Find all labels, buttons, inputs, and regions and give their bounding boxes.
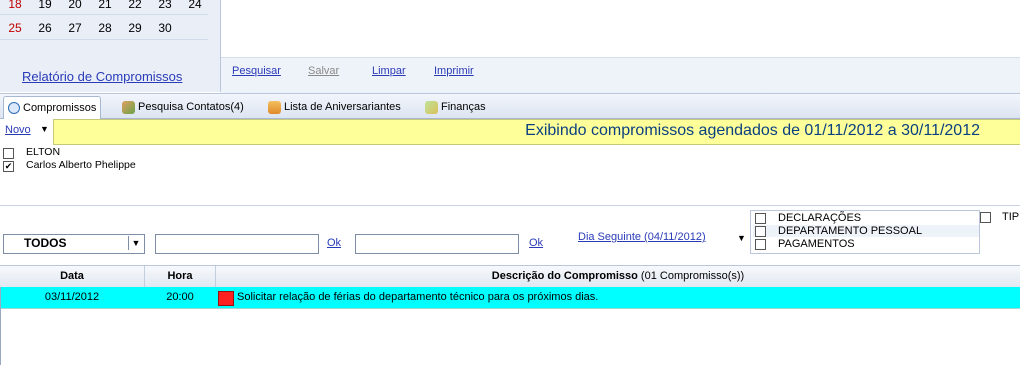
list-item[interactable]: PAGAMENTOS (753, 238, 979, 250)
info-text: Exibindo compromissos agendados de 01/11… (525, 122, 980, 139)
category-list: DECLARAÇÕES DEPARTAMENTO PESSOAL PAGAMEN… (750, 210, 980, 254)
list-item[interactable]: DEPARTAMENTO PESSOAL (753, 225, 979, 237)
chevron-down-icon[interactable]: ▼ (40, 124, 49, 134)
contacts-icon (122, 100, 135, 114)
appointment-count: (01 Compromisso(s)) (640, 270, 745, 282)
new-link[interactable]: Novo (5, 124, 31, 136)
calendar-day[interactable]: 25 (0, 18, 30, 38)
chevron-down-icon[interactable]: ▼ (128, 236, 143, 250)
tab-aniversariantes[interactable]: Lista de Aniversariantes (264, 96, 405, 118)
ok-button[interactable]: Ok (327, 237, 341, 249)
table-border (0, 287, 1, 365)
type-filter-label: TIP (1002, 211, 1020, 223)
person-name: ELTON (26, 146, 61, 158)
column-header-time[interactable]: Hora (145, 266, 216, 287)
checkbox-checked[interactable]: ✔ (3, 161, 14, 172)
list-item[interactable]: DECLARAÇÕES (753, 212, 979, 224)
list-item[interactable]: ELTON (0, 146, 477, 159)
money-icon (425, 100, 438, 114)
filter-select-value: TODOS (24, 236, 67, 250)
save-link[interactable]: Salvar (308, 65, 339, 77)
list-item[interactable]: ✔ Carlos Alberto Phelippe (0, 159, 477, 172)
search-input[interactable] (355, 234, 519, 254)
calendar-week-row: 25 26 27 28 29 30 (0, 18, 218, 38)
table-row[interactable]: 03/11/2012 20:00 Solicitar relação de fé… (0, 287, 1020, 309)
calendar-day[interactable]: 20 (60, 0, 90, 14)
search-link[interactable]: Pesquisar (232, 65, 281, 77)
person-name: Carlos Alberto Phelippe (26, 159, 136, 171)
column-header-description[interactable]: Descrição do Compromisso (01 Compromisso… (216, 266, 1020, 287)
checkbox[interactable] (980, 212, 991, 223)
tab-label: Compromissos (23, 102, 97, 114)
calendar-day[interactable]: 22 (120, 0, 150, 14)
checkbox[interactable] (755, 239, 766, 250)
filter-select[interactable]: TODOS ▼ (3, 234, 145, 254)
clock-icon (8, 102, 20, 114)
calendar-day[interactable]: 28 (90, 18, 120, 38)
next-day-link[interactable]: Dia Seguinte (04/11/2012) (578, 231, 706, 243)
cell-time: 20:00 (166, 291, 194, 303)
tab-bar: Compromissos Pesquisa Contatos(4) Lista … (0, 93, 1020, 119)
chevron-down-icon[interactable]: ▼ (737, 233, 746, 243)
tab-label: Pesquisa Contatos(4) (138, 101, 244, 113)
print-link[interactable]: Imprimir (434, 65, 474, 77)
calendar-day[interactable]: 19 (30, 0, 60, 14)
tab-pesquisa-contatos[interactable]: Pesquisa Contatos(4) (118, 96, 248, 118)
calendar-day[interactable]: 18 (0, 0, 30, 14)
cell-description: Solicitar relação de férias do departame… (237, 291, 599, 303)
section-divider (0, 205, 1020, 206)
report-link[interactable]: Relatório de Compromissos (22, 69, 182, 84)
calendar-divider (0, 14, 208, 15)
info-bar: Exibindo compromissos agendados de 01/11… (53, 119, 1020, 145)
description-header-label: Descrição do Compromisso (491, 270, 638, 282)
calendar-day[interactable]: 26 (30, 18, 60, 38)
search-input[interactable] (155, 234, 319, 254)
checkbox[interactable] (755, 226, 766, 237)
category-label: DEPARTAMENTO PESSOAL (778, 225, 923, 237)
cell-date: 03/11/2012 (44, 291, 100, 303)
column-header-date[interactable]: Data (0, 266, 145, 287)
checkbox[interactable] (755, 213, 766, 224)
calendar-day[interactable]: 30 (150, 18, 180, 38)
clear-link[interactable]: Limpar (372, 65, 406, 77)
calendar-day[interactable]: 27 (60, 18, 90, 38)
calendar-divider (0, 39, 208, 40)
calendar-week-row: 18 19 20 21 22 23 24 (0, 0, 218, 14)
tab-label: Lista de Aniversariantes (284, 101, 401, 113)
calendar-day[interactable]: 23 (150, 0, 180, 14)
form-action-bar (221, 57, 1020, 93)
ok-button[interactable]: Ok (529, 237, 543, 249)
type-filter[interactable]: TIP (978, 210, 1020, 224)
calendar-day[interactable]: 21 (90, 0, 120, 14)
tab-financas[interactable]: Finanças (421, 96, 490, 118)
birthday-cake-icon (268, 100, 281, 114)
category-label: DECLARAÇÕES (778, 212, 862, 224)
checkbox[interactable] (3, 148, 14, 159)
table-header: Data Hora Descrição do Compromisso (01 C… (0, 265, 1020, 288)
tab-label: Finanças (441, 101, 486, 113)
calendar-day[interactable]: 29 (120, 18, 150, 38)
category-label: PAGAMENTOS (778, 238, 855, 250)
category-color-swatch (218, 291, 234, 306)
calendar-day[interactable]: 24 (180, 0, 210, 14)
tab-compromissos[interactable]: Compromissos (3, 96, 102, 119)
people-list: ELTON ✔ Carlos Alberto Phelippe (0, 145, 477, 175)
